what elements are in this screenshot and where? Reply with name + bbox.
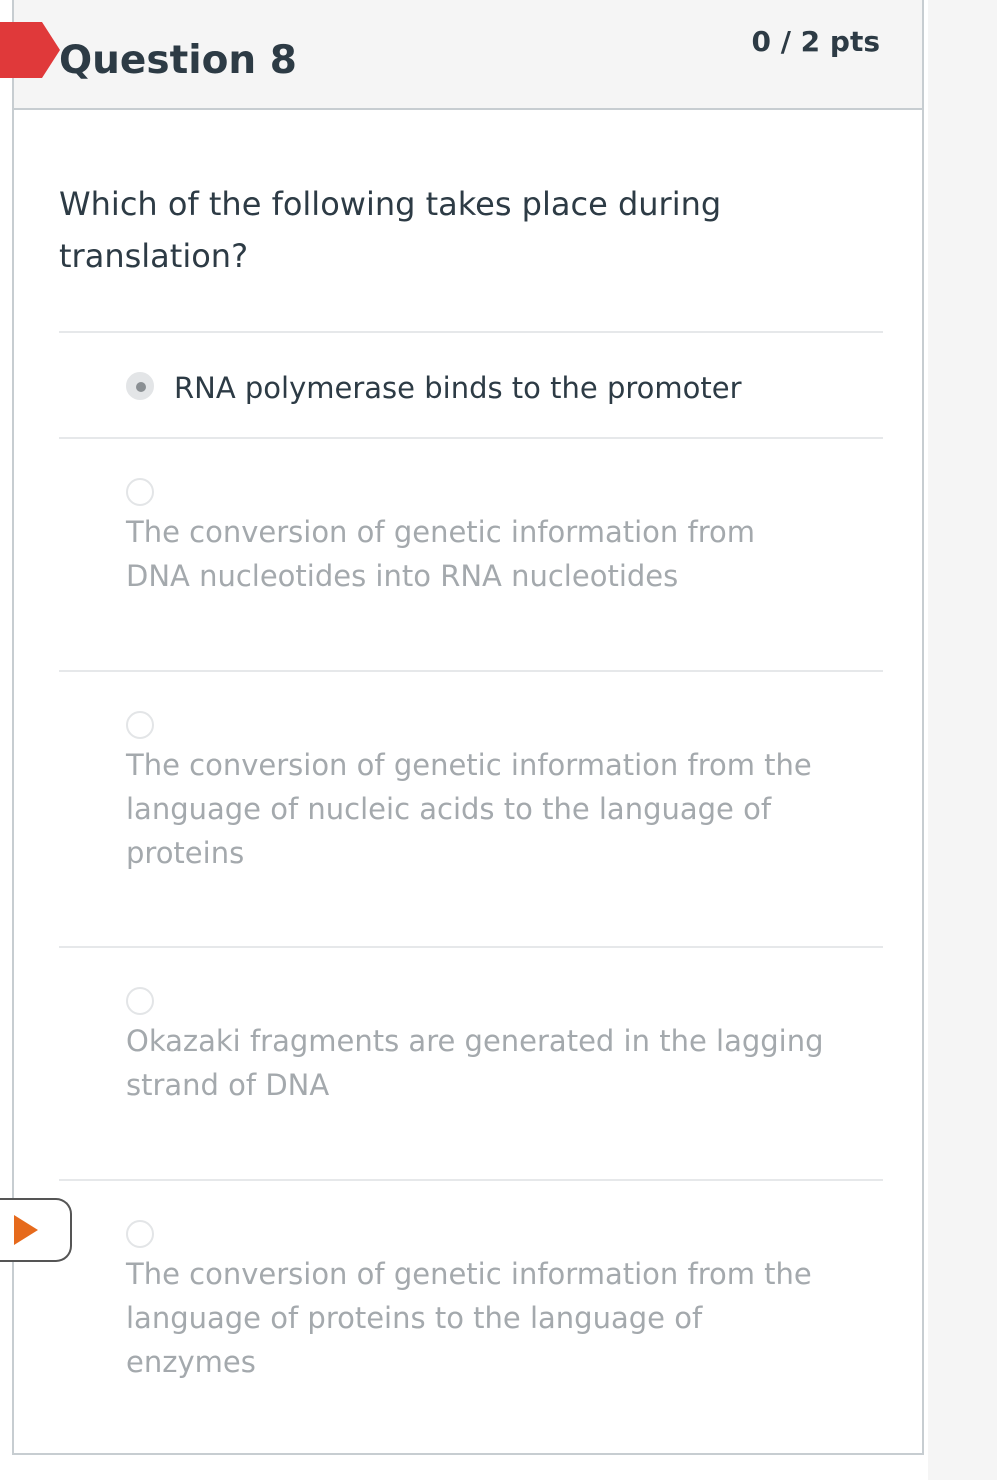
flag-icon[interactable] [0,22,60,78]
divider [59,331,883,333]
divider [59,670,883,672]
answer-label: The conversion of genetic information fr… [126,748,812,870]
radio-button[interactable] [126,478,154,506]
divider [59,946,883,948]
answer-label: Okazaki fragments are generated in the l… [126,1024,824,1102]
question-header: Question 8 0 / 2 pts [0,0,922,110]
right-gutter [928,0,997,1480]
radio-button[interactable] [126,987,154,1015]
radio-button[interactable] [126,1220,154,1248]
radio-button-selected[interactable] [126,372,154,400]
play-icon [14,1215,38,1245]
question-title: Question 8 [59,38,297,83]
answer-label: RNA polymerase binds to the promoter [174,371,742,405]
radio-button[interactable] [126,711,154,739]
question-card: Question 8 0 / 2 pts Which of the follow… [0,0,924,1455]
current-question-marker[interactable] [0,1198,72,1262]
question-points: 0 / 2 pts [751,25,880,58]
divider [59,1179,883,1181]
answer-label: The conversion of genetic information fr… [126,1257,812,1379]
question-text: Which of the following takes place durin… [59,185,722,275]
answer-label: The conversion of genetic information fr… [126,515,755,593]
divider [59,437,883,439]
